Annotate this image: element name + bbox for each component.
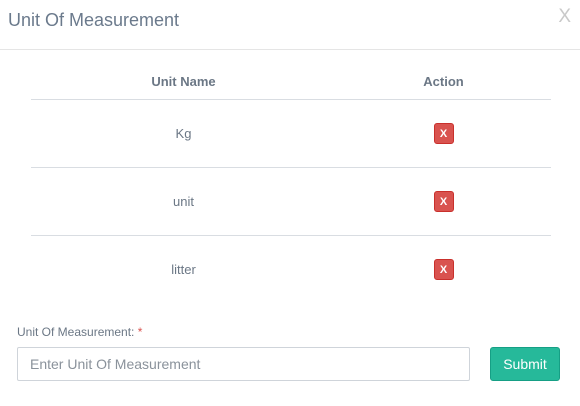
action-cell: X <box>336 235 551 303</box>
uom-input[interactable] <box>17 347 470 381</box>
delete-button[interactable]: X <box>433 258 454 280</box>
unit-name-cell: unit <box>31 167 336 236</box>
uom-modal: Unit Of Measurement X Unit Name Action K… <box>0 0 580 406</box>
submit-button[interactable]: Submit <box>490 347 560 381</box>
action-cell: X <box>336 99 551 168</box>
column-header-unit-name: Unit Name <box>31 64 336 100</box>
close-button[interactable]: X <box>558 6 571 28</box>
uom-table: Unit Name Action Kg X unit X litter X <box>31 64 551 303</box>
table-header-row: Unit Name Action <box>31 64 551 100</box>
delete-button[interactable]: X <box>433 122 454 144</box>
modal-title: Unit Of Measurement <box>8 10 180 30</box>
table-row: litter X <box>31 235 551 303</box>
unit-name-cell: Kg <box>31 99 336 168</box>
uom-field-label-text: Unit Of Measurement: <box>17 325 135 339</box>
column-header-action: Action <box>336 64 551 100</box>
delete-button[interactable]: X <box>433 190 454 212</box>
modal-header: Unit Of Measurement X <box>0 0 580 50</box>
action-cell: X <box>336 167 551 236</box>
unit-name-cell: litter <box>171 261 196 277</box>
table-row: unit X <box>31 167 551 236</box>
table-row: Kg X <box>31 99 551 168</box>
required-indicator: * <box>137 325 143 339</box>
uom-field-label: Unit Of Measurement: * <box>17 325 142 339</box>
